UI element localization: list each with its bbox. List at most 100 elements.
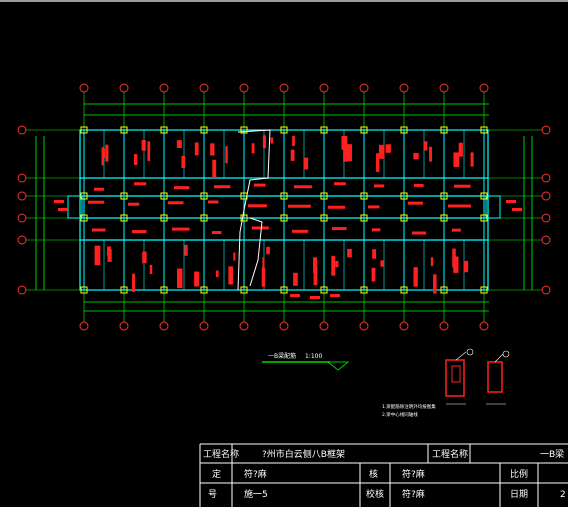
row2-value-2: 符?麻 [402, 468, 425, 480]
rebar-label [177, 268, 183, 289]
rebar-label [293, 272, 298, 286]
axis-bubble-bottom [239, 321, 249, 331]
elevation-marker [326, 361, 350, 371]
rebar-label [334, 182, 346, 186]
axis-bubble-left [17, 125, 27, 135]
rebar-label [408, 201, 423, 205]
row3-label-2: 校核 [366, 488, 384, 500]
row3-value-1: 施一5 [244, 488, 268, 500]
rebar-label [463, 260, 469, 273]
axis-bubble-left [17, 191, 27, 201]
row2-value-1: 符?麻 [244, 468, 267, 480]
axis-bubble-bottom [279, 321, 289, 331]
rebar-label [147, 141, 151, 162]
rebar-label [290, 294, 300, 297]
row2-label-3: 比例 [510, 468, 528, 480]
rebar-label [107, 249, 112, 262]
axis-bubble-left [17, 235, 27, 245]
rebar-label [58, 208, 68, 211]
rebar-label [412, 231, 427, 235]
project-name-value: ?州市白云侧八B框架 [262, 448, 345, 460]
row2-label-1: 定 [212, 468, 221, 480]
rebar-label [343, 145, 349, 162]
row3-value-3: 2 [560, 490, 566, 500]
rebar-label [262, 135, 266, 149]
drawing-name-value: 一B梁 [540, 448, 564, 460]
rebar-label [452, 248, 456, 268]
rebar-label [371, 267, 376, 282]
rebar-label [304, 157, 309, 170]
rebar-label [252, 226, 269, 230]
axis-bubble-bottom [399, 321, 409, 331]
rebar-label [88, 200, 105, 204]
axis-bubble-right [541, 125, 551, 135]
rebar-label [414, 183, 424, 187]
rebar-label [54, 200, 64, 203]
rebar-label [430, 257, 434, 267]
rebar-label [429, 146, 432, 162]
note-line-1: 1.梁配筋除注明外均按图集 [382, 403, 436, 410]
rebar-label [331, 255, 336, 276]
rebar-label [92, 228, 106, 232]
rebar-label [228, 266, 234, 285]
axis-bubble-bottom [159, 321, 169, 331]
axis-bubble-bottom [439, 321, 449, 331]
axis-bubble-bottom [199, 321, 209, 331]
rebar-label [181, 155, 186, 168]
rebar-label [332, 227, 347, 231]
notes: 1.梁配筋除注明外均按图集 2.梁中心线同轴线 [382, 403, 436, 418]
rebar-label [470, 152, 474, 167]
axis-bubble-top [239, 83, 249, 93]
rebar-label [347, 248, 352, 258]
axis-bubble-right [541, 173, 551, 183]
axis-bubble-right [541, 285, 551, 295]
rebar-label [254, 183, 266, 187]
rebar-label [452, 228, 461, 232]
rebar-label [134, 182, 147, 186]
rebar-label [133, 154, 138, 165]
axis-bubble-top [119, 83, 129, 93]
rebar-label [372, 228, 381, 232]
rebar-label [372, 249, 377, 259]
rebar-label [141, 140, 146, 151]
rebar-label [194, 142, 199, 156]
row2-label-2: 核 [369, 468, 378, 480]
rebar-label [142, 251, 147, 264]
section-detail-1-inner [451, 365, 461, 383]
rebar-label [328, 205, 346, 209]
rebar-label [378, 144, 385, 159]
rebar-label [454, 184, 471, 188]
rebar-label [94, 187, 104, 191]
axis-bubble-top [279, 83, 289, 93]
axis-bubble-left [17, 173, 27, 183]
rebar-label [149, 264, 153, 275]
cad-drawing-canvas[interactable]: 一B梁配筋 1:100 1.梁配筋除注明外均按图集 2.梁中心线同轴线 工程名称 [0, 0, 568, 507]
section-detail-1 [445, 359, 465, 397]
rebar-label [132, 273, 136, 293]
axis-bubble-bottom [319, 321, 329, 331]
rebar-label [132, 230, 147, 234]
rebar-label [290, 149, 295, 161]
rebar-label [423, 141, 428, 151]
rebar-label [380, 260, 384, 267]
axis-bubble-top [439, 83, 449, 93]
rebar-label [413, 152, 419, 160]
rebar-label [288, 204, 311, 208]
axis-bubble-right [541, 191, 551, 201]
rebar-label [335, 260, 339, 268]
rebar-label [294, 185, 312, 189]
rebar-label [512, 208, 522, 211]
axis-bubble-top [399, 83, 409, 93]
axis-bubble-bottom [79, 321, 89, 331]
axis-bubble-bottom [479, 321, 489, 331]
axis-bubble-top [79, 83, 89, 93]
rebar-label [105, 144, 109, 162]
plan-title: 一B梁配筋 [268, 352, 296, 360]
axis-bubble-right [541, 213, 551, 223]
row3-label-3: 日期 [510, 489, 528, 500]
rebar-label [385, 144, 391, 153]
rebar-label [453, 152, 460, 167]
rebar-label [292, 229, 309, 233]
rebar-label [168, 201, 184, 205]
rebar-label [368, 205, 380, 209]
